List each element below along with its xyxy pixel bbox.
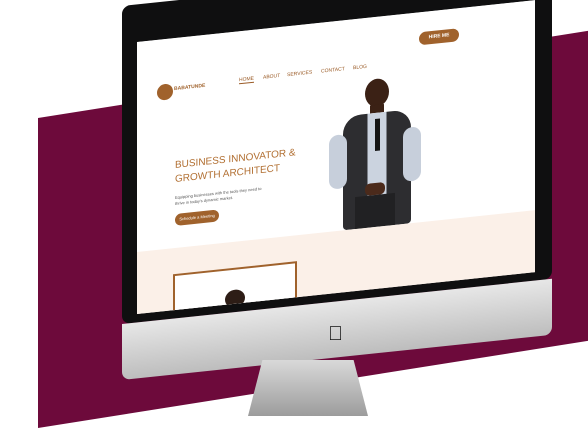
imac-monitor: BABATUNDE HOME ABOUT SERVICES CONTACT BL… xyxy=(122,0,554,384)
schedule-meeting-button[interactable]: Schedule a Meeting xyxy=(175,209,219,227)
website-screen: BABATUNDE HOME ABOUT SERVICES CONTACT BL… xyxy=(137,0,535,314)
person-tie xyxy=(375,118,380,151)
hero-person-image xyxy=(325,66,421,232)
logo-icon xyxy=(157,83,173,101)
nav-contact[interactable]: CONTACT xyxy=(321,66,345,75)
monitor-stand xyxy=(248,360,368,416)
person-left-arm xyxy=(329,133,347,190)
brand-name: BABATUNDE xyxy=(174,82,206,93)
scene: BABATUNDE HOME ABOUT SERVICES CONTACT BL… xyxy=(0,0,588,416)
apple-logo-icon:  xyxy=(328,324,346,344)
nav-about[interactable]: ABOUT xyxy=(263,73,280,81)
nav-home[interactable]: HOME xyxy=(239,75,254,85)
person-right-arm xyxy=(403,126,421,183)
hero-subtitle: Equipping businesses with the tools they… xyxy=(175,186,263,207)
nav-blog[interactable]: BLOG xyxy=(353,64,367,71)
nav-services[interactable]: SERVICES xyxy=(287,70,312,79)
person-legs xyxy=(355,192,395,230)
hero-title: BUSINESS INNOVATOR & GROWTH ARCHITECT xyxy=(175,146,296,187)
hire-me-button[interactable]: HIRE ME xyxy=(419,28,459,46)
person-head xyxy=(365,77,389,109)
